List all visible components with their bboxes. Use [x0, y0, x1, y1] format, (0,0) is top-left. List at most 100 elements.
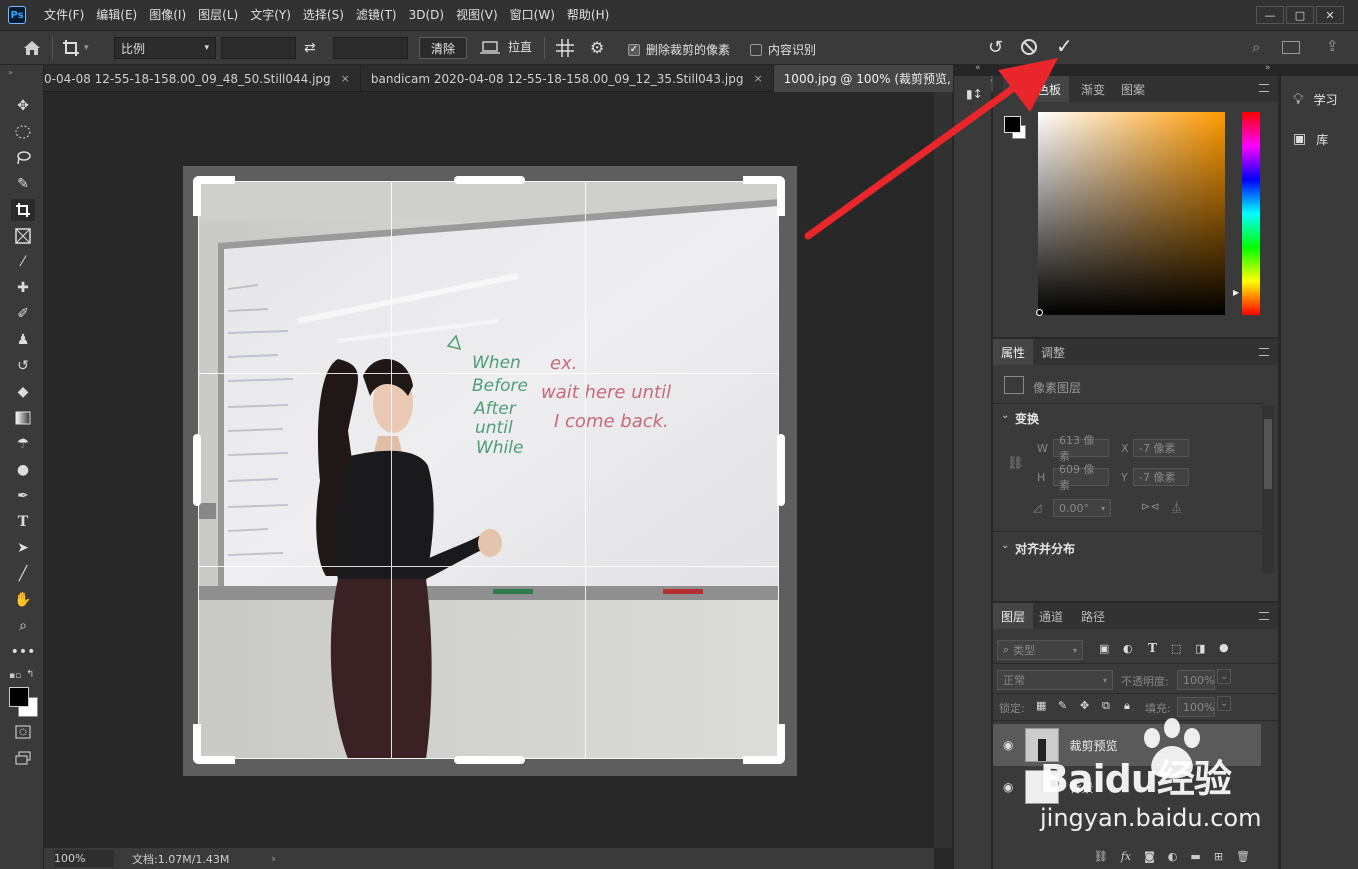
lock-artboard-icon[interactable]: ⧉ [1102, 699, 1110, 713]
home-icon[interactable] [20, 37, 44, 59]
close-icon[interactable]: × [341, 72, 350, 85]
gear-icon[interactable]: ⚙ [590, 38, 604, 57]
crop-handle-top[interactable] [454, 176, 525, 184]
tab-paths[interactable]: 路径 [1073, 603, 1113, 629]
search-icon[interactable]: ⌕ [1252, 38, 1260, 56]
adjustment-layer-icon[interactable]: ◐ [1168, 850, 1178, 863]
filter-pixel-icon[interactable]: ▣ [1099, 642, 1109, 655]
chevron-down-icon[interactable]: ⌄ [1217, 669, 1232, 684]
tab-layers[interactable]: 图层 [993, 603, 1034, 629]
panel-menu-icon[interactable] [1259, 348, 1269, 356]
menu-help[interactable]: 帮助(H) [561, 0, 615, 30]
collapse-icon[interactable]: » [8, 68, 13, 77]
new-layer-icon[interactable]: ⊞ [1214, 850, 1223, 863]
menu-window[interactable]: 窗口(W) [504, 0, 561, 30]
workspace-icon[interactable] [1282, 41, 1300, 54]
tab-patterns[interactable]: 图案 [1113, 76, 1153, 102]
default-colors-icon[interactable]: ▪▫ [9, 671, 21, 681]
hue-slider-handle[interactable]: ▶ [1233, 288, 1239, 297]
quick-select-tool-icon[interactable]: ✎ [11, 173, 35, 195]
link-layers-icon[interactable]: ⛓ [1094, 850, 1108, 863]
filter-adjustment-icon[interactable]: ◐ [1123, 642, 1133, 655]
move-tool-icon[interactable]: ✥ [11, 95, 35, 117]
width-ratio-input[interactable] [221, 37, 296, 59]
flip-horizontal-icon[interactable]: ⊳⊲ [1141, 500, 1159, 513]
menu-filter[interactable]: 滤镜(T) [350, 0, 403, 30]
learn-button[interactable]: 💡︎ 学习 [1281, 82, 1358, 116]
menu-file[interactable]: 文件(F) [38, 0, 90, 30]
blend-mode-select[interactable]: 正常 ▾ [997, 670, 1113, 690]
healing-brush-icon[interactable]: ✚ [11, 277, 35, 299]
crop-handle-bottom-left[interactable] [193, 724, 235, 764]
crop-handle-bottom[interactable] [454, 756, 525, 764]
crop-handle-top-left[interactable] [193, 176, 235, 216]
tab-gradients[interactable]: 渐变 [1073, 76, 1113, 102]
crop-handle-bottom-right[interactable] [743, 724, 785, 764]
blur-tool-icon[interactable]: ☂ [11, 433, 35, 455]
menu-edit[interactable]: 编辑(E) [90, 0, 143, 30]
tab-properties[interactable]: 属性 [993, 339, 1034, 365]
minimize-button[interactable]: — [1256, 6, 1284, 24]
chevron-down-icon[interactable]: ⌄ [1001, 410, 1009, 421]
brush-tool-icon[interactable]: ✐ [11, 303, 35, 325]
quick-mask-icon[interactable] [11, 721, 35, 743]
menu-image[interactable]: 图像(I) [143, 0, 192, 30]
filter-shape-icon[interactable]: ⬚ [1171, 642, 1181, 655]
layer-row-background[interactable]: ◉ 背景 [993, 766, 1278, 808]
new-group-icon[interactable]: ▬ [1190, 850, 1200, 863]
visibility-eye-icon[interactable]: ◉ [1003, 780, 1013, 794]
properties-scrollbar[interactable] [1262, 405, 1274, 573]
clone-stamp-icon[interactable]: ♟ [11, 329, 35, 351]
chevron-down-icon[interactable]: ⌄ [1001, 540, 1009, 551]
filter-toggle-icon[interactable]: ● [1219, 641, 1229, 654]
width-field[interactable]: 613 像素 [1053, 434, 1109, 463]
foreground-color-swatch[interactable] [9, 687, 29, 707]
menu-select[interactable]: 选择(S) [297, 0, 350, 30]
close-icon[interactable]: × [753, 72, 762, 85]
share-icon[interactable]: ⇪ [1326, 37, 1339, 55]
line-tool-icon[interactable]: ╱ [11, 563, 35, 585]
height-field[interactable]: 609 像素 [1053, 463, 1109, 492]
ratio-select[interactable]: 比例 ▾ [114, 37, 216, 59]
filter-smart-object-icon[interactable]: ◨ [1195, 642, 1205, 655]
zoom-tool-icon[interactable]: ⌕ [11, 615, 35, 637]
straighten-button[interactable]: 拉直 [480, 38, 532, 55]
eraser-tool-icon[interactable]: ◆ [11, 381, 35, 403]
flip-vertical-icon[interactable]: ⏅ [1171, 499, 1182, 515]
opacity-field[interactable]: 100% [1177, 670, 1215, 690]
zoom-level[interactable]: 100% [54, 850, 114, 867]
eyedropper-tool-icon[interactable]: ⁄ [11, 251, 35, 273]
menu-3d[interactable]: 3D(D) [403, 0, 450, 30]
tab-still044[interactable]: 0-04-08 12-55-18-158.00_09_48_50.Still04… [44, 65, 361, 92]
close-window-button[interactable]: ✕ [1316, 6, 1344, 24]
more-tools-icon[interactable]: ••• [11, 641, 36, 663]
lock-all-icon[interactable]: 🔒︎ [1124, 699, 1130, 713]
tab-adjustments[interactable]: 调整 [1033, 339, 1073, 365]
history-brush-icon[interactable]: ↺ [11, 355, 35, 377]
gradient-tool-icon[interactable] [11, 407, 35, 429]
crop-handle-left[interactable] [193, 434, 201, 506]
color-picker-marker[interactable] [1036, 309, 1043, 316]
collapse-icon[interactable]: » [1265, 63, 1271, 73]
link-icon[interactable]: ⛓ [1007, 456, 1024, 471]
marquee-tool-icon[interactable] [11, 121, 35, 143]
tab-channels[interactable]: 通道 [1031, 603, 1071, 629]
panel-menu-icon[interactable] [1259, 612, 1269, 620]
crop-handle-top-right[interactable] [743, 176, 785, 216]
add-mask-icon[interactable]: ◙ [1144, 850, 1155, 863]
menu-type[interactable]: 文字(Y) [244, 0, 297, 30]
filter-type-icon[interactable]: T [1148, 641, 1157, 655]
crop-handle-right[interactable] [777, 434, 785, 506]
lock-position-icon[interactable]: ✥ [1080, 699, 1089, 712]
image-canvas[interactable]: When Before After until While ex. wait h… [198, 181, 779, 759]
clear-button[interactable]: 清除 [419, 37, 467, 59]
fx-icon[interactable]: fx [1121, 850, 1131, 863]
lasso-tool-icon[interactable] [11, 147, 35, 169]
height-ratio-input[interactable] [333, 37, 408, 59]
layer-row-crop-preview[interactable]: ◉ 裁剪预览 [993, 724, 1261, 766]
dodge-tool-icon[interactable]: ● [11, 459, 35, 481]
angle-field[interactable]: 0.00° ▾ [1053, 499, 1111, 517]
layer-filter-select[interactable]: ⌕ 类型 ▾ [997, 640, 1083, 660]
x-field[interactable]: -7 像素 [1133, 439, 1189, 457]
crop-tool-icon[interactable] [11, 199, 35, 221]
